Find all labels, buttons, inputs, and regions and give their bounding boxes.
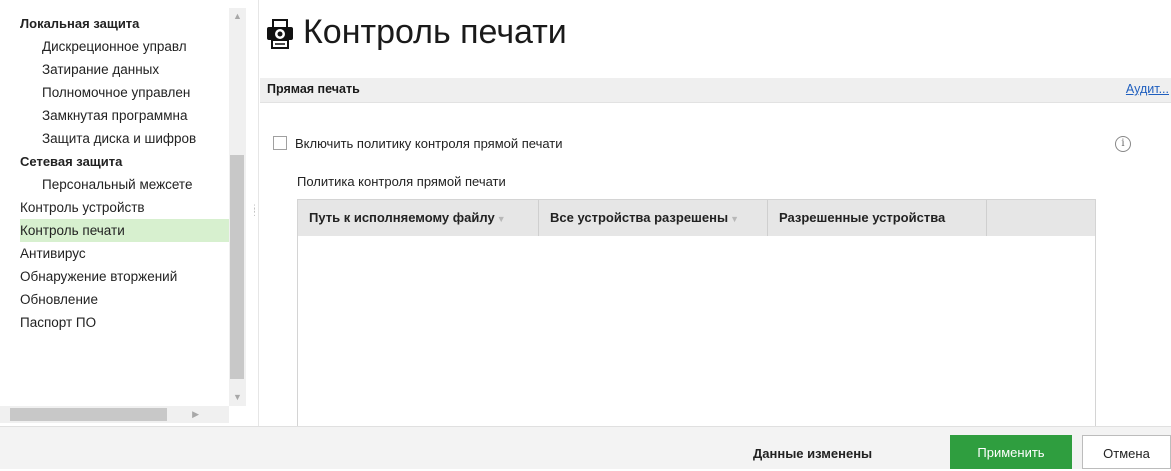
- horizontal-scrollbar-thumb[interactable]: [10, 408, 167, 421]
- footer-bar: Данные изменены Применить Отмена: [0, 426, 1171, 469]
- tree-item-disk-protection-encryption[interactable]: Защита диска и шифров: [20, 127, 229, 150]
- status-text: Данные изменены: [753, 446, 873, 461]
- vertical-scrollbar[interactable]: ▲ ▼: [229, 8, 246, 406]
- table-header: Путь к исполняемому файлу ▼ Все устройств…: [298, 200, 1095, 236]
- apply-button[interactable]: Применить: [950, 435, 1072, 469]
- column-header-executable-path[interactable]: Путь к исполняемому файлу ▼: [298, 200, 539, 236]
- tree-item-print-control[interactable]: Контроль печати: [20, 219, 229, 242]
- tree-item-device-control[interactable]: Контроль устройств: [20, 196, 229, 219]
- enable-policy-checkbox[interactable]: [273, 136, 287, 150]
- pane-splitter[interactable]: ⋮ ⋮: [246, 0, 259, 426]
- tree-item-antivirus[interactable]: Антивирус: [20, 242, 229, 265]
- tree-item-data-wiping[interactable]: Затирание данных: [20, 58, 229, 81]
- policy-table: Путь к исполняемому файлу ▼ Все устройств…: [297, 199, 1096, 426]
- info-icon[interactable]: i: [1115, 136, 1131, 152]
- sort-arrow-icon: ▼: [730, 214, 739, 224]
- tree-item-personal-firewall[interactable]: Персональный межсете: [20, 173, 229, 196]
- tree-item-discretionary-control[interactable]: Дискреционное управл: [20, 35, 229, 58]
- tree-item-local-protection[interactable]: Локальная защита: [20, 12, 229, 35]
- horizontal-scrollbar[interactable]: ▶: [0, 406, 229, 423]
- scrollbar-thumb[interactable]: [230, 155, 244, 379]
- column-header-label: Разрешенные устройства: [779, 210, 946, 225]
- column-header-allowed-devices[interactable]: Разрешенные устройства: [768, 200, 987, 236]
- printer-icon: [267, 19, 293, 49]
- cancel-button[interactable]: Отмена: [1082, 435, 1171, 469]
- scroll-up-icon[interactable]: ▲: [229, 8, 246, 25]
- sidebar: Локальная защита Дискреционное управл За…: [0, 0, 246, 426]
- policy-table-label: Политика контроля прямой печати: [297, 174, 506, 189]
- enable-policy-label[interactable]: Включить политику контроля прямой печати: [295, 136, 563, 151]
- main-panel: Контроль печати Прямая печать Аудит... В…: [259, 0, 1171, 426]
- navigation-tree: Локальная защита Дискреционное управл За…: [20, 12, 229, 334]
- tree-item-mandatory-control[interactable]: Полномочное управлен: [20, 81, 229, 104]
- scroll-down-icon[interactable]: ▼: [229, 389, 246, 406]
- sort-arrow-icon: ▼: [496, 214, 506, 224]
- section-title: Прямая печать: [267, 82, 360, 96]
- page-title: Контроль печати: [303, 13, 567, 51]
- splitter-grip-icon: ⋮ ⋮: [250, 203, 259, 217]
- column-header-all-devices-allowed[interactable]: Все устройства разрешены ▼: [539, 200, 768, 236]
- column-header-label: Все устройства разрешены: [550, 210, 729, 225]
- tree-item-network-protection[interactable]: Сетевая защита: [20, 150, 229, 173]
- tree-item-software-passport[interactable]: Паспорт ПО: [20, 311, 229, 334]
- audit-link[interactable]: Аудит...: [1126, 82, 1169, 96]
- scroll-right-icon[interactable]: ▶: [192, 406, 199, 423]
- tree-item-update[interactable]: Обновление: [20, 288, 229, 311]
- column-header-label: Путь к исполняемому файлу: [309, 210, 495, 225]
- section-header: Прямая печать Аудит...: [260, 78, 1171, 103]
- tree-item-closed-software-environment[interactable]: Замкнутая программна: [20, 104, 229, 127]
- tree-item-intrusion-detection[interactable]: Обнаружение вторжений: [20, 265, 229, 288]
